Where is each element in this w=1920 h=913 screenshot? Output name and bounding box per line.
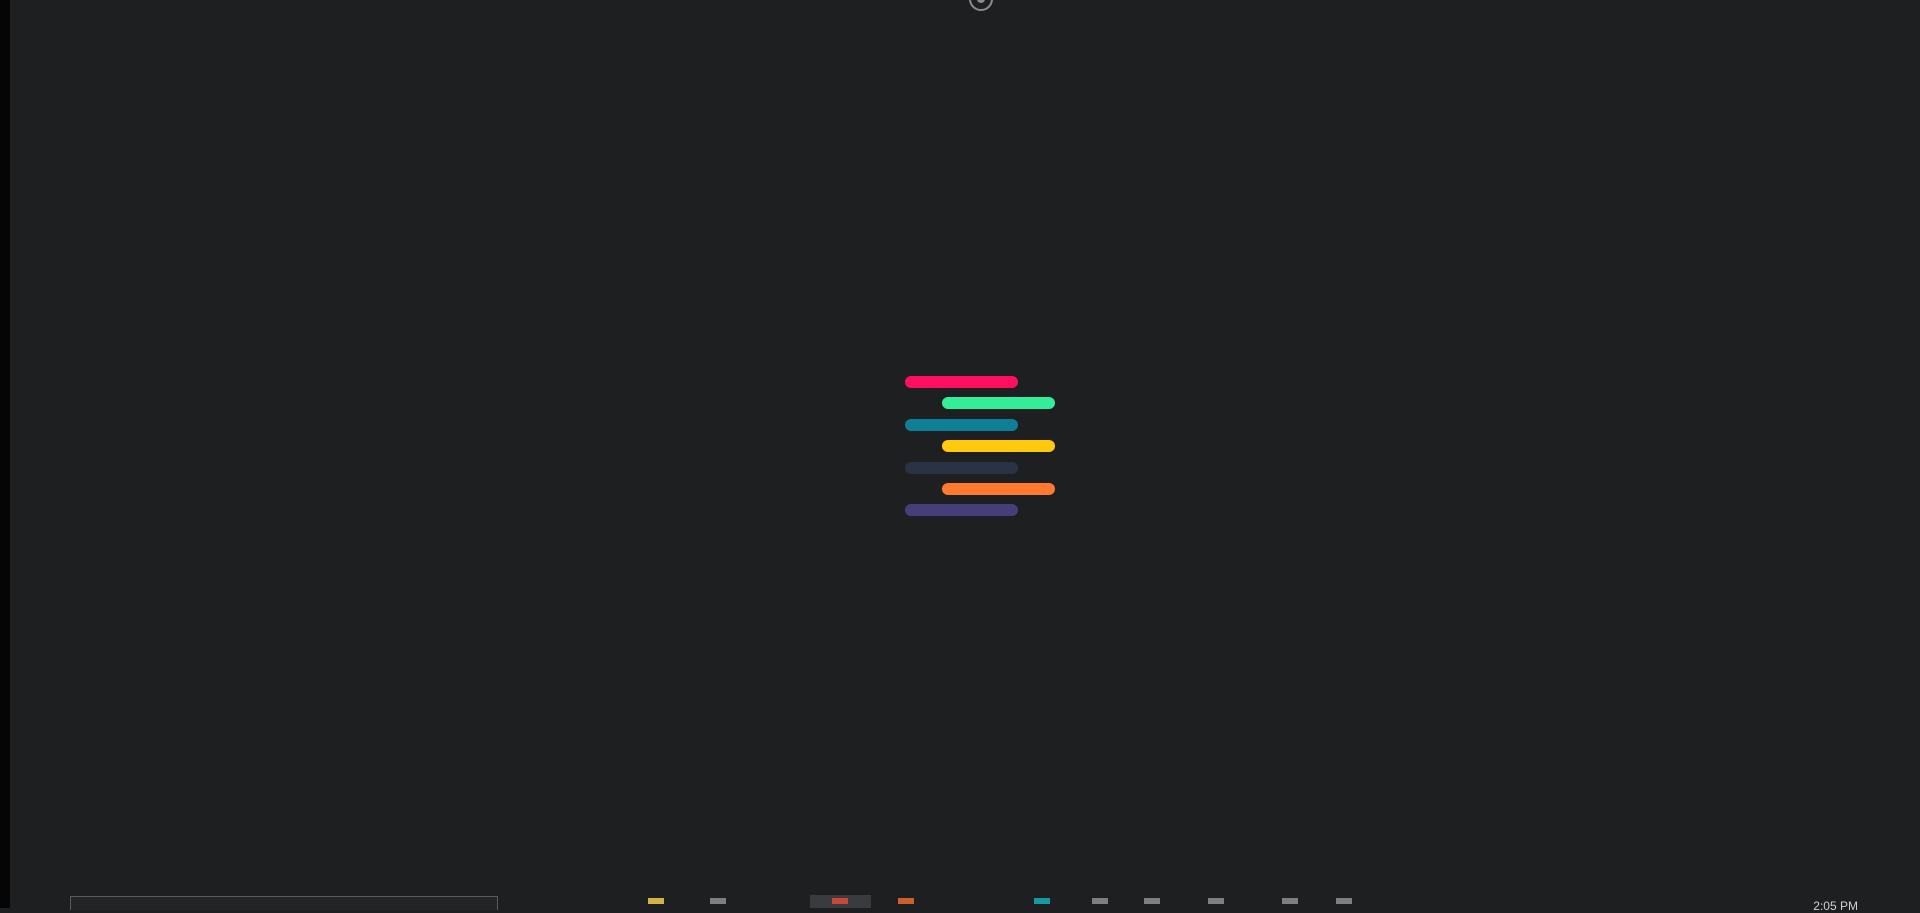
app-icon[interactable]: [710, 898, 726, 910]
loader-bar: [942, 483, 1055, 495]
window-left-edge: [0, 0, 10, 908]
app-icon[interactable]: [1034, 898, 1050, 910]
app-icon[interactable]: [1144, 898, 1160, 910]
taskbar: 2:05 PM: [10, 892, 1920, 913]
loader-bar: [905, 376, 1018, 388]
app-icon[interactable]: [1282, 898, 1298, 910]
loader-bar: [905, 462, 1018, 474]
radio-target-icon[interactable]: [966, 0, 996, 12]
active-app-icon[interactable]: [832, 898, 848, 910]
loader-bar: [905, 504, 1018, 516]
loader-bar: [942, 440, 1055, 452]
file-explorer-icon[interactable]: [648, 898, 664, 910]
app-icon[interactable]: [898, 898, 914, 910]
loader-bar: [905, 419, 1018, 431]
loader-bar: [942, 397, 1055, 409]
app-icon[interactable]: [1336, 898, 1352, 910]
app-window: [10, 0, 1920, 908]
app-icon[interactable]: [1208, 898, 1224, 910]
app-icon[interactable]: [1092, 898, 1108, 910]
loading-indicator: [905, 376, 1055, 516]
taskbar-clock[interactable]: 2:05 PM: [1813, 899, 1858, 913]
